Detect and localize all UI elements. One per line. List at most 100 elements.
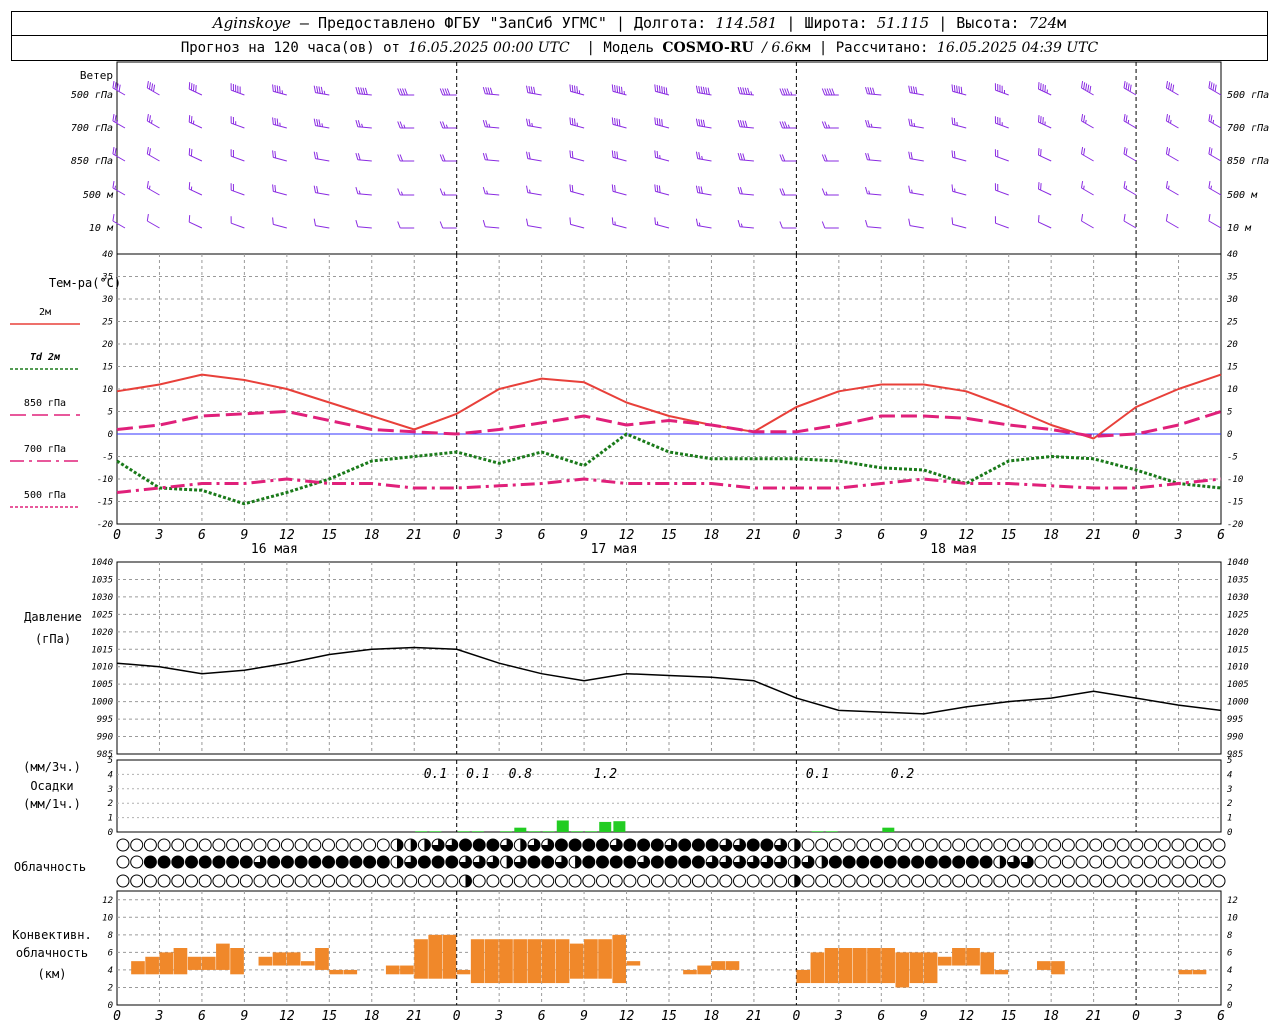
temp-x-tick-7: 21 <box>406 528 422 543</box>
cloud-cell-2-7 <box>212 874 226 888</box>
cloud-cell-0-18 <box>363 838 377 852</box>
cloud-cell-2-12 <box>280 874 294 888</box>
wind-barb-2-14 <box>695 151 712 162</box>
pressure-y-tick-left-9: 1030 <box>91 593 113 603</box>
cloud-cell-1-79 <box>1198 855 1212 869</box>
cloud-cell-0-31 <box>541 838 555 852</box>
pressure-y-tick-left-4: 1005 <box>91 680 113 690</box>
cloud-cell-0-34 <box>582 838 596 852</box>
wind-barb-4-17 <box>821 221 839 229</box>
cloud-cell-1-45 <box>733 855 746 869</box>
conv-bar-51 <box>994 969 1009 975</box>
temp-y-tick-right-4: 0 <box>1227 430 1232 440</box>
conv-bar-2 <box>159 952 174 975</box>
cloud-cell-2-8 <box>226 874 240 888</box>
cloud-cell-2-35 <box>596 874 609 888</box>
cloud-cell-1-7 <box>212 855 226 869</box>
cloud-cell-0-21 <box>404 838 418 852</box>
temp-x-tick-22: 18 <box>1043 528 1059 543</box>
wind-level-left-0: 500 гПа <box>71 90 113 101</box>
cloud-title: Облачность <box>14 860 86 874</box>
wind-barb-4-15 <box>737 219 754 229</box>
pressure-y-tick-right-1: 990 <box>1227 733 1243 743</box>
temp-x-tick-15: 21 <box>746 528 762 543</box>
cloud-cell-0-38 <box>637 838 651 852</box>
precip-unit-1h: (мм/1ч.) <box>23 797 81 811</box>
cloud-cell-2-17 <box>349 874 363 888</box>
wind-barb-4-14 <box>695 218 712 229</box>
conv-x-tick-17: 3 <box>834 1009 843 1024</box>
day-label-1: 17 мая <box>591 542 638 557</box>
cloud-cell-2-62 <box>965 874 979 888</box>
conv-bar-50 <box>980 952 995 975</box>
wind-barb-0-25 <box>1165 81 1179 96</box>
cloud-cell-1-12 <box>280 855 294 869</box>
conv-x-tick-11: 9 <box>580 1009 588 1024</box>
pressure-y-tick-left-8: 1025 <box>91 610 113 620</box>
cloud-cell-2-2 <box>143 874 157 888</box>
pressure-y-tick-right-9: 1030 <box>1227 593 1249 603</box>
wind-barb-1-17 <box>821 121 839 129</box>
temp-series-2-legend-label: 850 гПа <box>24 398 66 409</box>
precip-y-tick-right-0: 0 <box>1227 828 1232 838</box>
cloud-cell-2-25 <box>459 874 472 888</box>
conv-bar-36 <box>725 961 740 970</box>
cloud-cell-1-26 <box>472 855 486 869</box>
cloud-cell-2-79 <box>1198 874 1212 888</box>
wind-barb-4-18 <box>865 219 882 229</box>
cloud-cell-0-23 <box>431 838 445 852</box>
precip-bar-11 <box>599 821 612 832</box>
cloud-cell-2-4 <box>171 874 185 888</box>
conv-bar-26 <box>541 939 556 984</box>
cloud-cell-0-9 <box>239 838 253 852</box>
precip-y-tick-left-1: 1 <box>108 814 113 824</box>
temp-y-tick-left-5: 5 <box>108 408 113 418</box>
wind-barb-4-25 <box>1165 214 1179 229</box>
wind-barb-2-21 <box>994 149 1009 162</box>
wind-barb-4-6 <box>355 219 372 229</box>
cloud-cell-0-3 <box>157 838 171 852</box>
cloud-cell-0-71 <box>1089 838 1103 852</box>
cloud-cell-1-72 <box>1102 855 1116 869</box>
wind-barb-0-17 <box>821 88 839 96</box>
conv-x-tick-18: 6 <box>877 1009 885 1024</box>
precip-bar-15 <box>882 827 895 832</box>
wind-barb-1-22 <box>1038 115 1052 129</box>
cloud-cell-1-34 <box>582 855 596 869</box>
conv-bar-0 <box>131 961 145 975</box>
precip-bar-9 <box>570 831 583 832</box>
wind-barb-1-2 <box>188 115 203 129</box>
precip-bar-1 <box>429 831 442 832</box>
wind-barb-1-11 <box>569 117 585 129</box>
conv-bar-46 <box>923 952 938 984</box>
cloud-cell-0-53 <box>842 838 856 852</box>
wind-barb-3-8 <box>439 188 457 196</box>
cloud-cell-1-17 <box>349 855 363 869</box>
precip-unit-3h: (мм/3ч.) <box>23 760 81 774</box>
cloud-cell-2-23 <box>431 874 445 888</box>
cloud-cell-0-47 <box>760 838 774 852</box>
conv-bar-19 <box>442 934 457 979</box>
conv-bar-21 <box>470 939 485 984</box>
cloud-cell-0-69 <box>1061 838 1075 852</box>
temp-x-tick-1: 3 <box>155 528 164 543</box>
temp-x-tick-25: 3 <box>1174 528 1183 543</box>
wind-barb-0-12 <box>611 84 627 96</box>
cloud-cell-2-58 <box>911 874 925 888</box>
conv-x-tick-7: 21 <box>406 1009 422 1024</box>
temp-axis-title: Тем-ра(°С) <box>49 276 121 290</box>
wind-barb-4-20 <box>951 217 967 229</box>
cloud-cell-1-2 <box>143 855 157 869</box>
temp-y-tick-left-2: -10 <box>97 475 113 485</box>
conv-bar-7 <box>230 948 244 975</box>
temp-y-tick-left-0: -20 <box>97 520 113 530</box>
cloud-cell-1-40 <box>664 855 678 869</box>
temp-y-tick-left-8: 20 <box>102 340 113 350</box>
cloud-cell-2-5 <box>185 874 198 888</box>
conv-bar-27 <box>555 939 570 984</box>
cloud-cell-2-51 <box>815 874 829 888</box>
temp-y-tick-right-3: -5 <box>1227 453 1238 463</box>
cloud-cell-2-69 <box>1061 874 1075 888</box>
cloud-cell-1-28 <box>500 855 514 869</box>
conv-y-tick-left-6: 12 <box>102 896 113 906</box>
